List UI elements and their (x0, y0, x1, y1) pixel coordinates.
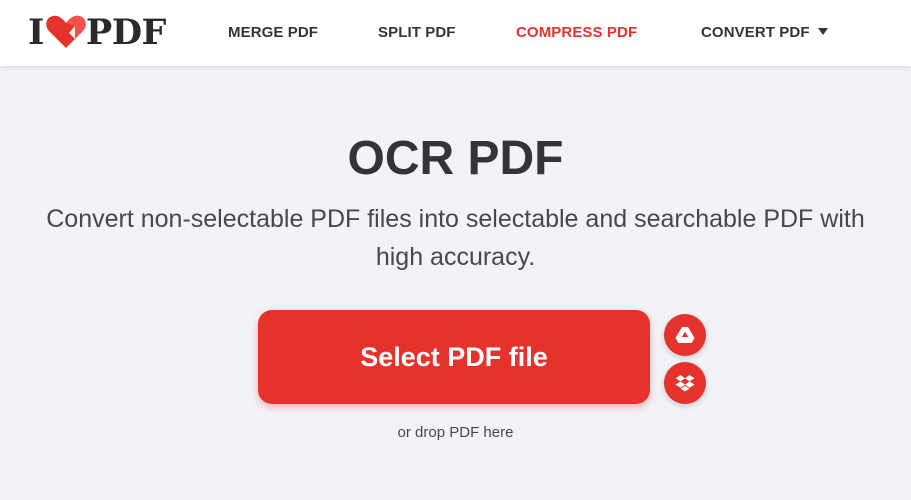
subtitle-line-1: Convert non-selectable PDF files into se… (46, 205, 865, 233)
nav-split-pdf[interactable]: SPLIT PDF (378, 24, 456, 41)
top-navigation-bar: I PDF MERGE PDF SPLIT PDF COMPRESS PDF C… (0, 0, 911, 66)
google-drive-icon (675, 327, 695, 343)
drop-hint-text: or drop PDF here (397, 424, 514, 441)
nav-convert-pdf-dropdown[interactable]: CONVERT PDF (701, 24, 828, 41)
main-nav: MERGE PDF SPLIT PDF COMPRESS PDF CONVERT… (0, 0, 911, 66)
dropbox-icon (675, 375, 695, 392)
nav-compress-pdf[interactable]: COMPRESS PDF (516, 24, 637, 41)
select-pdf-file-button[interactable]: Select PDF file (258, 310, 650, 404)
caret-down-icon (817, 28, 828, 35)
nav-convert-pdf-label: CONVERT PDF (701, 24, 810, 41)
nav-merge-pdf[interactable]: MERGE PDF (228, 24, 318, 41)
page-subtitle: Convert non-selectable PDF files into se… (0, 200, 911, 276)
google-drive-button[interactable] (664, 314, 706, 356)
page-title: OCR PDF (347, 132, 564, 185)
subtitle-line-2: high accuracy. (375, 243, 536, 271)
dropbox-button[interactable] (664, 362, 706, 404)
